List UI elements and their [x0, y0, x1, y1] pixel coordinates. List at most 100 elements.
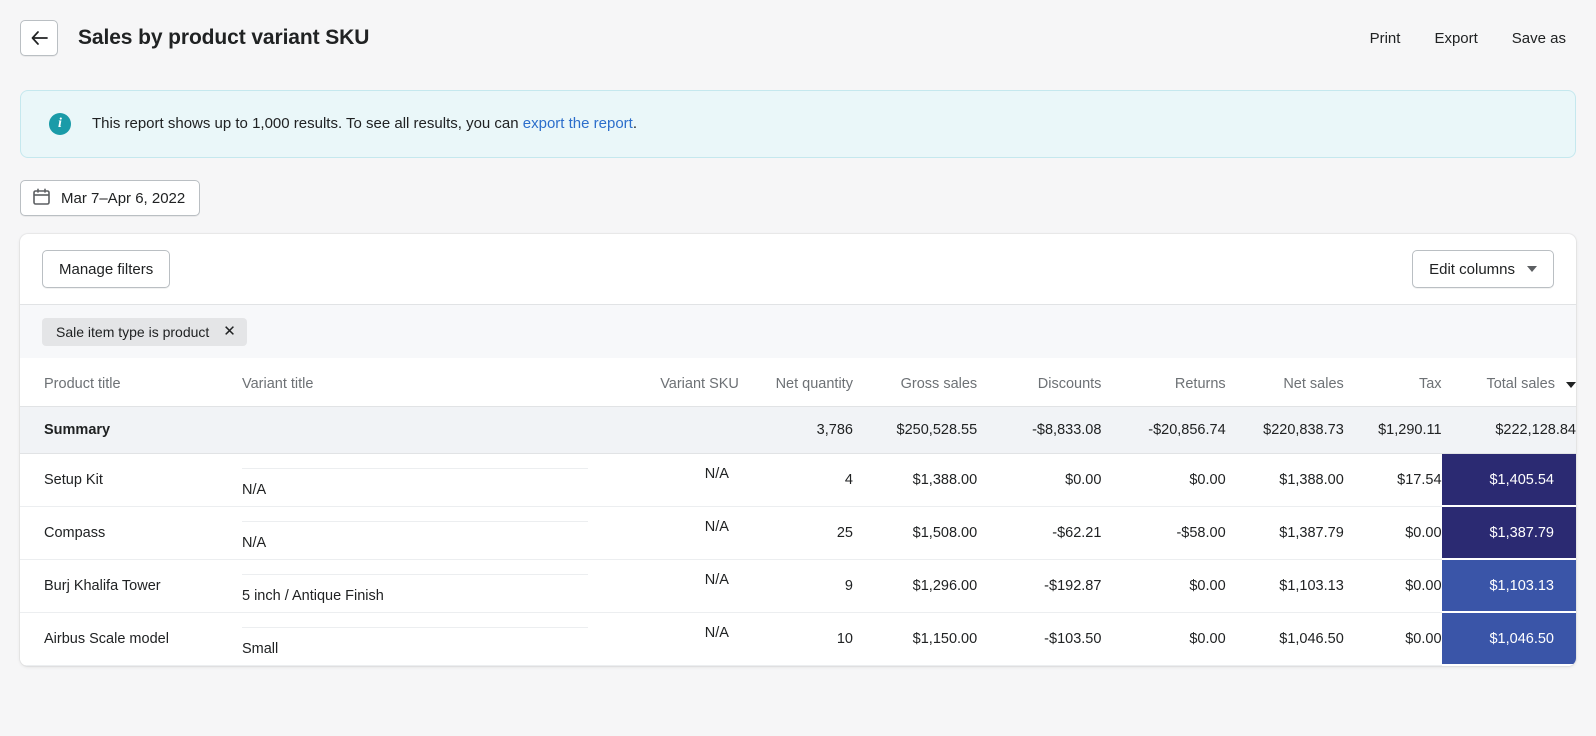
table-head: Product title Variant title Variant SKU … [20, 358, 1576, 407]
cell-net-quantity: 9 [738, 559, 853, 613]
cell-variant-sku-inner: N/A [704, 571, 729, 588]
page-title: Sales by product variant SKU [78, 26, 370, 49]
cell-total-sales-heat: $1,103.13 [1441, 560, 1576, 611]
info-banner: i This report shows up to 1,000 results.… [20, 90, 1576, 158]
table-scroll-container[interactable]: Product title Variant title Variant SKU … [20, 358, 1576, 666]
cell-variant-title: Small [241, 612, 589, 666]
cell-returns: $0.00 [1101, 612, 1226, 666]
summary-gross-sales: $250,528.55 [852, 406, 978, 454]
export-the-report-link[interactable]: export the report [523, 115, 633, 132]
calendar-icon [33, 188, 50, 209]
cell-discounts: -$103.50 [977, 612, 1102, 666]
summary-variant-title [241, 406, 589, 454]
cell-discounts: $0.00 [977, 453, 1102, 507]
page-header: Sales by product variant SKU Print Expor… [0, 0, 1596, 62]
table-body: Summary 3,786 $250,528.55 -$8,833.08 -$2… [20, 406, 1576, 666]
manage-filters-button[interactable]: Manage filters [42, 250, 171, 288]
column-header-tax[interactable]: Tax [1343, 358, 1442, 407]
save-as-button[interactable]: Save as [1512, 30, 1566, 47]
cell-net-quantity: 10 [738, 612, 853, 666]
header-actions: Print Export Save as [1370, 30, 1566, 47]
cell-net-sales: $1,387.79 [1225, 506, 1344, 560]
card-toolbar: Manage filters Edit columns [20, 234, 1576, 304]
column-header-total-sales[interactable]: Total sales [1441, 358, 1576, 407]
table-row[interactable]: Burj Khalifa Tower 5 inch / Antique Fini… [20, 559, 1576, 613]
cell-variant-title: 5 inch / Antique Finish [241, 559, 589, 613]
cell-net-quantity: 4 [738, 453, 853, 507]
cell-total-sales: $1,046.50 [1441, 612, 1576, 666]
column-header-total-sales-label: Total sales [1486, 376, 1555, 392]
cell-gross-sales: $1,150.00 [852, 612, 978, 666]
cell-discounts: -$62.21 [977, 506, 1102, 560]
cell-product-title: Burj Khalifa Tower [20, 559, 242, 613]
cell-tax: $0.00 [1343, 506, 1442, 560]
date-range-label: Mar 7–Apr 6, 2022 [61, 189, 186, 207]
cell-variant-sku-inner: N/A [704, 518, 729, 535]
report-card: Manage filters Edit columns Sale item ty… [20, 234, 1576, 666]
column-header-discounts[interactable]: Discounts [977, 358, 1102, 407]
cell-total-sales-heat: $1,046.50 [1441, 613, 1576, 664]
cell-variant-sku: N/A [588, 453, 739, 507]
cell-total-sales-heat: $1,405.54 [1441, 454, 1576, 505]
cell-variant-sku: N/A [588, 506, 739, 560]
cell-variant-title: N/A [241, 453, 589, 507]
cell-variant-title-inner: N/A [241, 468, 589, 511]
column-header-returns[interactable]: Returns [1101, 358, 1226, 407]
column-header-product-title[interactable]: Product title [20, 358, 242, 407]
column-header-gross-sales[interactable]: Gross sales [852, 358, 978, 407]
cell-variant-title: N/A [241, 506, 589, 560]
export-button[interactable]: Export [1434, 30, 1477, 47]
cell-gross-sales: $1,388.00 [852, 453, 978, 507]
table-row[interactable]: Setup Kit N/A N/A 4 $1,388.00 $0.00 $0.0… [20, 453, 1576, 507]
edit-columns-button[interactable]: Edit columns [1412, 250, 1554, 288]
cell-total-sales: $1,103.13 [1441, 559, 1576, 613]
cell-returns: $0.00 [1101, 559, 1226, 613]
cell-returns: -$58.00 [1101, 506, 1226, 560]
date-range-button[interactable]: Mar 7–Apr 6, 2022 [20, 180, 201, 216]
cell-variant-sku-inner: N/A [704, 624, 729, 641]
cell-variant-sku: N/A [588, 612, 739, 666]
cell-net-sales: $1,388.00 [1225, 453, 1344, 507]
cell-variant-title-inner: Small [241, 627, 589, 666]
cell-discounts: -$192.87 [977, 559, 1102, 613]
table-row[interactable]: Compass N/A N/A 25 $1,508.00 -$62.21 -$5… [20, 506, 1576, 560]
filter-chip-sale-item-type[interactable]: Sale item type is product ✕ [42, 317, 247, 346]
summary-returns: -$20,856.74 [1101, 406, 1226, 454]
summary-net-quantity: 3,786 [738, 406, 853, 454]
summary-variant-sku [588, 406, 739, 454]
date-filter-row: Mar 7–Apr 6, 2022 [0, 158, 1596, 216]
cell-net-sales: $1,046.50 [1225, 612, 1344, 666]
cell-variant-title-inner: 5 inch / Antique Finish [241, 574, 589, 617]
summary-label: Summary [20, 406, 242, 454]
close-icon[interactable]: ✕ [223, 324, 236, 339]
banner-wrapper: i This report shows up to 1,000 results.… [0, 62, 1596, 158]
cell-gross-sales: $1,508.00 [852, 506, 978, 560]
chevron-down-icon [1527, 266, 1537, 272]
table-header-row: Product title Variant title Variant SKU … [20, 358, 1576, 407]
cell-total-sales-heat: $1,387.79 [1441, 507, 1576, 558]
summary-row: Summary 3,786 $250,528.55 -$8,833.08 -$2… [20, 406, 1576, 454]
summary-net-sales: $220,838.73 [1225, 406, 1344, 454]
cell-variant-title-inner: N/A [241, 521, 589, 564]
column-header-variant-sku[interactable]: Variant SKU [588, 358, 739, 407]
cell-variant-sku-inner: N/A [704, 465, 729, 482]
report-table: Product title Variant title Variant SKU … [20, 358, 1576, 666]
cell-product-title: Setup Kit [20, 453, 242, 507]
cell-tax: $0.00 [1343, 612, 1442, 666]
back-button[interactable] [20, 20, 58, 56]
cell-product-title: Compass [20, 506, 242, 560]
column-header-net-quantity[interactable]: Net quantity [738, 358, 853, 407]
edit-columns-label: Edit columns [1429, 260, 1515, 278]
print-button[interactable]: Print [1370, 30, 1401, 47]
column-header-net-sales[interactable]: Net sales [1225, 358, 1344, 407]
cell-tax: $0.00 [1343, 559, 1442, 613]
cell-total-sales: $1,387.79 [1441, 506, 1576, 560]
cell-net-quantity: 25 [738, 506, 853, 560]
cell-returns: $0.00 [1101, 453, 1226, 507]
banner-text-after: . [632, 115, 638, 132]
cell-gross-sales: $1,296.00 [852, 559, 978, 613]
filter-chip-label: Sale item type is product [56, 323, 210, 340]
report-card-wrapper: Manage filters Edit columns Sale item ty… [0, 216, 1596, 666]
table-row[interactable]: Airbus Scale model Small N/A 10 $1,150.0… [20, 612, 1576, 666]
column-header-variant-title[interactable]: Variant title [241, 358, 589, 407]
